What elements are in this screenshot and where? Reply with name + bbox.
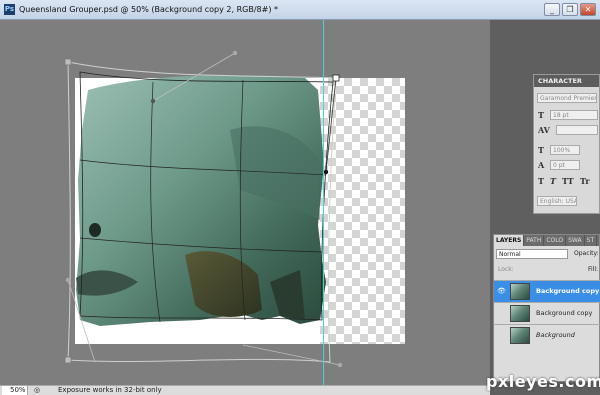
- tracking-icon: AV: [538, 125, 550, 135]
- tab-swatches[interactable]: SWA: [566, 235, 585, 246]
- faux-bold-button[interactable]: T: [538, 176, 544, 186]
- blend-mode-select[interactable]: Normal: [496, 249, 568, 259]
- panel-tabs: LAYERS PATH COLO SWA ST: [494, 235, 599, 246]
- layer-row[interactable]: Background copy: [494, 302, 600, 324]
- visibility-toggle[interactable]: [497, 308, 506, 318]
- small-caps-button[interactable]: Tr: [580, 176, 590, 186]
- tab-layers[interactable]: LAYERS: [494, 235, 525, 246]
- warp-handle: [323, 169, 329, 175]
- warp-corner-handle: [64, 356, 72, 364]
- tab-color[interactable]: COLO: [544, 235, 567, 246]
- layer-thumbnail: [510, 283, 530, 300]
- opacity-label: Opacity:: [574, 250, 599, 257]
- status-info-icon[interactable]: ◎: [34, 386, 40, 395]
- warp-handle: [150, 98, 156, 104]
- warp-handle: [232, 50, 238, 56]
- title-bar: Ps Queensland Grouper.psd @ 50% (Backgro…: [0, 0, 600, 20]
- tab-styles[interactable]: ST: [585, 235, 598, 246]
- fill-label: Fill:: [588, 266, 599, 273]
- warp-handle: [65, 277, 71, 283]
- status-text: Exposure works in 32-bit only: [58, 386, 162, 394]
- minimize-button[interactable]: _: [544, 3, 560, 16]
- faux-italic-button[interactable]: T: [550, 176, 556, 186]
- visibility-toggle[interactable]: [497, 330, 506, 340]
- layer-name: Background copy: [536, 309, 593, 317]
- fish-eye: [89, 223, 101, 237]
- layer-thumbnail: [510, 327, 530, 344]
- vertical-guide[interactable]: [323, 20, 324, 385]
- layers-panel: LAYERS PATH COLO SWA ST Normal Opacity: …: [493, 234, 600, 382]
- all-caps-button[interactable]: TT: [562, 176, 574, 186]
- font-size-icon: T: [538, 110, 544, 120]
- warp-transform[interactable]: [0, 20, 490, 385]
- font-family-field[interactable]: Garamond Premier...: [537, 93, 597, 103]
- baseline-shift-field[interactable]: 0 pt: [550, 160, 580, 170]
- vertical-scale-icon: T: [538, 145, 544, 155]
- warp-corner-handle: [64, 58, 72, 66]
- layer-thumbnail: [510, 305, 530, 322]
- restore-button[interactable]: ❐: [562, 3, 578, 16]
- font-size-field[interactable]: 18 pt: [550, 110, 598, 120]
- warp-corner-handle: [332, 74, 340, 82]
- layer-row[interactable]: Background: [494, 324, 600, 346]
- status-bar: 50% ◎ Exposure works in 32-bit only: [0, 385, 490, 395]
- warp-handle-line: [242, 344, 341, 366]
- vertical-scale-field[interactable]: 100%: [550, 145, 580, 155]
- document-title: Queensland Grouper.psd @ 50% (Background…: [19, 5, 278, 14]
- close-button[interactable]: ✕: [580, 3, 596, 16]
- baseline-shift-icon: A: [538, 160, 545, 170]
- watermark: pxleyes.com: [486, 372, 600, 391]
- document-canvas[interactable]: [0, 20, 490, 385]
- lock-label: Lock:: [498, 266, 514, 273]
- warp-handle-line: [325, 77, 337, 173]
- tab-paths[interactable]: PATH: [524, 235, 545, 246]
- warp-handle: [337, 362, 343, 368]
- photoshop-icon: Ps: [4, 4, 15, 15]
- window-controls: _ ❐ ✕: [544, 3, 596, 16]
- character-panel-tab[interactable]: CHARACTER: [534, 75, 599, 87]
- character-panel: CHARACTER Garamond Premier... T 18 pt AV…: [533, 74, 600, 214]
- visibility-eye-icon[interactable]: 👁: [497, 286, 506, 296]
- zoom-field[interactable]: 50%: [2, 386, 28, 395]
- language-select[interactable]: English: USA: [537, 196, 577, 206]
- layer-name: Background: [536, 331, 575, 339]
- layer-row[interactable]: 👁 Background copy 2: [494, 280, 600, 302]
- layer-name: Background copy 2: [536, 287, 600, 295]
- tracking-field[interactable]: [556, 125, 598, 135]
